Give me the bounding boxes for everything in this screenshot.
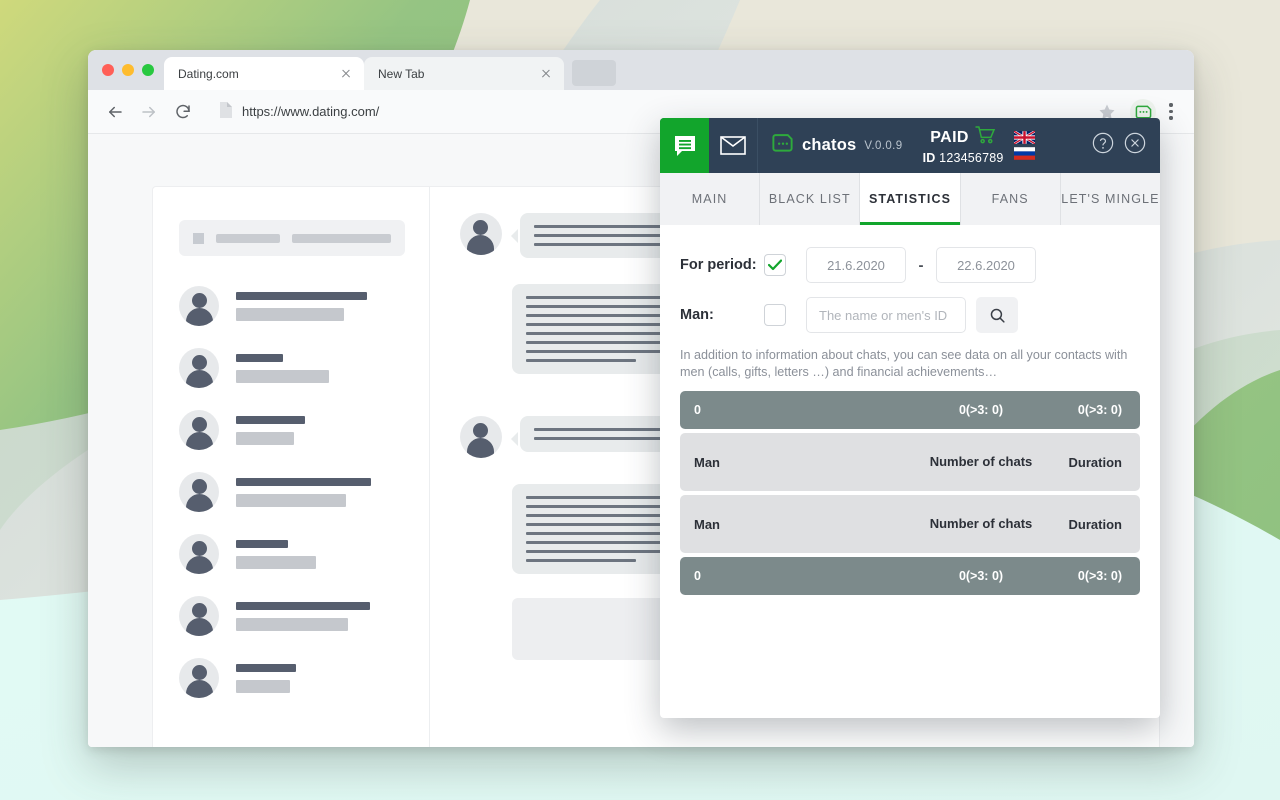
browser-tab-newtab[interactable]: New Tab <box>364 57 564 90</box>
avatar <box>460 213 502 255</box>
table-row: 0 0(>3: 0) 0(>3: 0) <box>680 391 1140 429</box>
placeholder-search-bar <box>179 220 405 256</box>
placeholder-bar <box>291 233 391 243</box>
question-circle-icon[interactable] <box>1092 132 1114 159</box>
table-cell-chats: Number of chats <box>929 516 1033 531</box>
close-icon[interactable] <box>338 66 354 82</box>
chatos-extension-panel: chatos V.0.0.9 PAID ID 123456789 MAIN BL… <box>660 118 1160 718</box>
arrow-left-icon[interactable] <box>100 97 130 127</box>
table-cell-man: Man <box>694 454 720 470</box>
envelope-icon[interactable] <box>709 118 758 173</box>
placeholder-bar <box>215 233 280 243</box>
table-cell-duration: 0(>3: 0) <box>1077 569 1122 583</box>
brand-block: chatos V.0.0.9 <box>758 118 917 173</box>
list-item[interactable] <box>179 658 405 698</box>
tab-black-list[interactable]: BLACK LIST <box>760 173 861 225</box>
man-label: Man: <box>680 307 714 323</box>
man-search-input[interactable]: The name or men's ID <box>806 297 966 333</box>
date-separator: - <box>918 256 924 274</box>
period-filter-row: For period: 21.6.2020 - 22.6.2020 <box>680 247 1140 283</box>
search-button[interactable] <box>976 297 1018 333</box>
avatar <box>460 416 502 458</box>
close-window-button[interactable] <box>102 64 114 76</box>
man-filter-row: Man: The name or men's ID <box>680 297 1140 333</box>
language-switcher[interactable] <box>1010 118 1045 173</box>
list-item[interactable] <box>179 534 405 574</box>
account-id-prefix: ID <box>922 151 936 165</box>
account-id-value: 123456789 <box>939 151 1004 165</box>
browser-tab-bar: Dating.com New Tab <box>88 50 1194 90</box>
close-circle-icon[interactable] <box>1124 132 1146 159</box>
avatar <box>179 348 219 388</box>
list-item[interactable] <box>179 286 405 326</box>
arrow-right-icon[interactable] <box>134 97 164 127</box>
table-cell-duration: Duration <box>1068 516 1122 532</box>
list-item[interactable] <box>179 596 405 636</box>
maximize-window-button[interactable] <box>142 64 154 76</box>
list-item[interactable] <box>179 472 405 512</box>
period-label: For period: <box>680 257 757 273</box>
panel-tabs: MAIN BLACK LIST STATISTICS FANS LET'S MI… <box>660 173 1160 225</box>
cart-icon[interactable] <box>975 126 996 149</box>
contacts-list-column <box>153 187 430 747</box>
statistics-panel-body: For period: 21.6.2020 - 22.6.2020 Man: T… <box>660 225 1160 718</box>
list-item[interactable] <box>179 410 405 450</box>
date-from-input[interactable]: 21.6.2020 <box>806 247 906 283</box>
tab-fans[interactable]: FANS <box>960 173 1061 225</box>
table-cell-duration: Duration <box>1068 454 1122 470</box>
table-row: 0 0(>3: 0) 0(>3: 0) <box>680 557 1140 595</box>
browser-tab-dating[interactable]: Dating.com <box>164 57 364 90</box>
close-icon[interactable] <box>538 66 554 82</box>
table-cell-chats: 0(>3: 0) <box>958 403 1004 417</box>
placeholder-square <box>193 232 204 244</box>
table-cell-chats: Number of chats <box>929 454 1033 469</box>
table-row[interactable]: Man Number of chats Duration <box>680 433 1140 491</box>
page-file-icon <box>218 102 232 121</box>
table-cell-man: 0 <box>694 403 701 417</box>
table-cell-chats: 0(>3: 0) <box>958 569 1004 583</box>
minimize-window-button[interactable] <box>122 64 134 76</box>
paid-label: PAID <box>930 128 969 146</box>
tab-title: New Tab <box>378 66 425 81</box>
tab-title: Dating.com <box>178 66 239 81</box>
avatar <box>179 658 219 698</box>
table-cell-man: 0 <box>694 569 701 583</box>
statistics-note: In addition to information about chats, … <box>680 348 1128 379</box>
window-traffic-lights <box>96 50 164 90</box>
chat-bubble-icon[interactable] <box>660 118 709 173</box>
reload-icon[interactable] <box>168 97 198 127</box>
paid-status-block[interactable]: PAID ID 123456789 <box>917 118 1010 173</box>
address-bar-url: https://www.dating.com/ <box>242 104 380 119</box>
new-tab-button[interactable] <box>572 60 616 86</box>
date-to-input[interactable]: 22.6.2020 <box>936 247 1036 283</box>
kebab-menu-icon[interactable] <box>1160 103 1182 120</box>
table-cell-man: Man <box>694 516 720 532</box>
avatar <box>179 472 219 512</box>
tab-main[interactable]: MAIN <box>660 173 761 225</box>
chatos-logo-icon <box>772 132 794 159</box>
table-cell-duration: 0(>3: 0) <box>1077 403 1122 417</box>
account-id: ID 123456789 <box>923 151 1004 165</box>
man-checkbox[interactable] <box>764 304 786 326</box>
panel-header: chatos V.0.0.9 PAID ID 123456789 <box>660 118 1160 173</box>
avatar <box>179 410 219 450</box>
flag-uk-icon[interactable] <box>1013 131 1035 144</box>
panel-header-actions <box>1092 118 1160 173</box>
tab-lets-mingle[interactable]: LET'S MINGLE <box>1060 173 1160 225</box>
brand-version: V.0.0.9 <box>864 139 903 152</box>
flag-russia-icon[interactable] <box>1013 147 1035 160</box>
avatar <box>179 534 219 574</box>
period-checkbox[interactable] <box>764 254 786 276</box>
table-row[interactable]: Man Number of chats Duration <box>680 495 1140 553</box>
brand-name: chatos <box>802 136 857 154</box>
avatar <box>179 596 219 636</box>
list-item[interactable] <box>179 348 405 388</box>
avatar <box>179 286 219 326</box>
tab-statistics[interactable]: STATISTICS <box>860 173 961 225</box>
